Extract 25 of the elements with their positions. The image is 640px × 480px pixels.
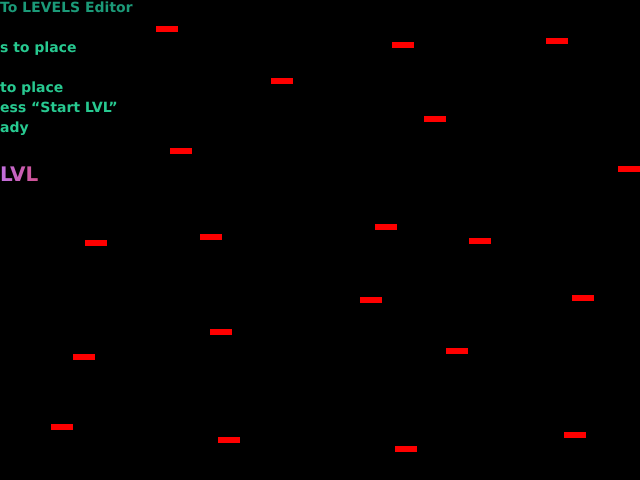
- editor-title: To LEVELS Editor: [0, 0, 133, 16]
- platform: [424, 116, 446, 122]
- platform: [392, 42, 414, 48]
- platform: [85, 240, 107, 246]
- platform: [210, 329, 232, 335]
- platform: [200, 234, 222, 240]
- platform: [156, 26, 178, 32]
- instruction-text: ady: [0, 119, 29, 138]
- platform: [572, 295, 594, 301]
- platform: [360, 297, 382, 303]
- platform: [170, 148, 192, 154]
- platform: [271, 78, 293, 84]
- platform: [218, 437, 240, 443]
- platform: [618, 166, 640, 172]
- instruction-text: to place: [0, 79, 64, 98]
- platform: [73, 354, 95, 360]
- platform: [375, 224, 397, 230]
- platform: [469, 238, 491, 244]
- platform: [546, 38, 568, 44]
- platform: [51, 424, 73, 430]
- instruction-text: ess “Start LVL”: [0, 99, 118, 118]
- platform: [564, 432, 586, 438]
- platform: [446, 348, 468, 354]
- instruction-text: s to place: [0, 39, 76, 58]
- platform: [395, 446, 417, 452]
